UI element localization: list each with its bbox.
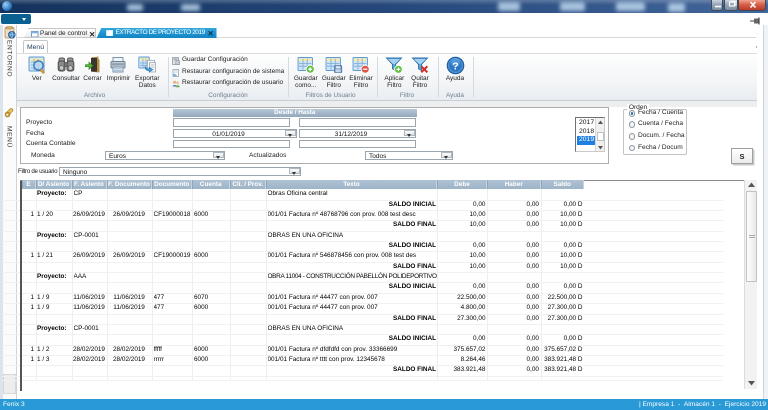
- svg-text:?: ?: [452, 60, 458, 72]
